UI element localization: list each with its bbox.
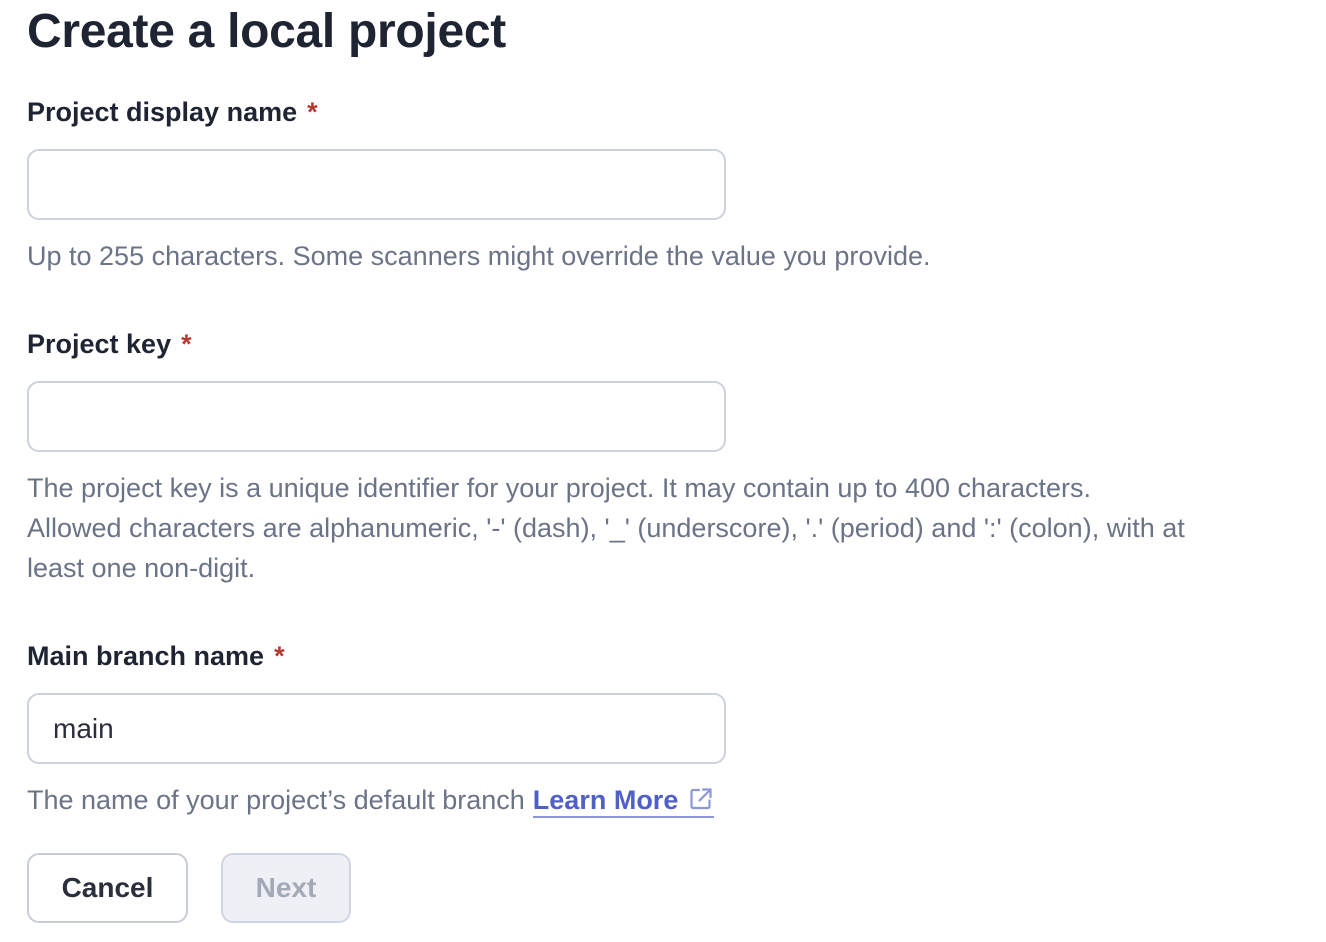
main-branch-help: The name of your project’s default branc… (27, 780, 1317, 820)
project-key-help-line: least one non-digit. (27, 553, 256, 583)
page-title: Create a local project (27, 5, 506, 58)
main-branch-input[interactable] (27, 693, 726, 764)
display-name-input[interactable] (27, 149, 726, 220)
project-key-label-text: Project key (27, 329, 172, 359)
required-marker: * (181, 329, 192, 359)
required-marker: * (307, 97, 318, 127)
project-key-help-line: Allowed characters are alphanumeric, '-'… (27, 513, 1185, 543)
cancel-button[interactable]: Cancel (27, 853, 188, 923)
display-name-help: Up to 255 characters. Some scanners migh… (27, 241, 931, 271)
next-button[interactable]: Next (221, 853, 351, 923)
learn-more-link[interactable]: Learn More (532, 785, 715, 818)
project-key-input[interactable] (27, 381, 726, 452)
display-name-label-text: Project display name (27, 97, 298, 127)
main-branch-label: Main branch name * (27, 639, 285, 673)
main-branch-label-text: Main branch name (27, 641, 265, 671)
display-name-label: Project display name * (27, 95, 318, 129)
required-marker: * (274, 641, 285, 671)
learn-more-link-text: Learn More (532, 785, 679, 815)
create-project-page: Create a local project Project display n… (0, 0, 1326, 942)
main-branch-help-text: The name of your project’s default branc… (27, 785, 525, 815)
project-key-help: The project key is a unique identifier f… (27, 468, 1317, 588)
project-key-label: Project key * (27, 327, 192, 361)
external-link-icon (690, 788, 712, 810)
project-key-help-line: The project key is a unique identifier f… (27, 473, 1092, 503)
